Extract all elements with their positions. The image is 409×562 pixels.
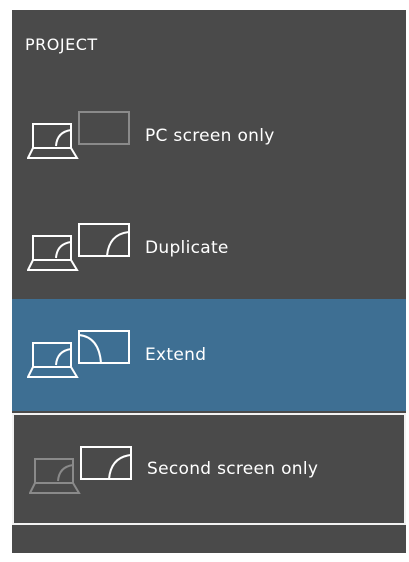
extend-icon bbox=[27, 330, 130, 378]
option-duplicate[interactable]: Duplicate bbox=[12, 192, 406, 304]
option-second-screen-only[interactable]: Second screen only bbox=[12, 413, 406, 525]
option-label: Duplicate bbox=[145, 238, 229, 258]
pc-screen-only-icon bbox=[27, 111, 130, 159]
option-pc-screen-only[interactable]: PC screen only bbox=[12, 80, 406, 192]
option-label: Extend bbox=[145, 345, 207, 365]
panel-title: PROJECT bbox=[25, 35, 98, 54]
option-label: PC screen only bbox=[145, 126, 275, 146]
project-panel: PROJECT PC screen only Duplicate Extend … bbox=[12, 10, 406, 553]
duplicate-icon bbox=[27, 223, 130, 271]
second-screen-only-icon bbox=[29, 446, 132, 494]
option-extend[interactable]: Extend bbox=[12, 299, 406, 411]
option-label: Second screen only bbox=[147, 459, 319, 479]
